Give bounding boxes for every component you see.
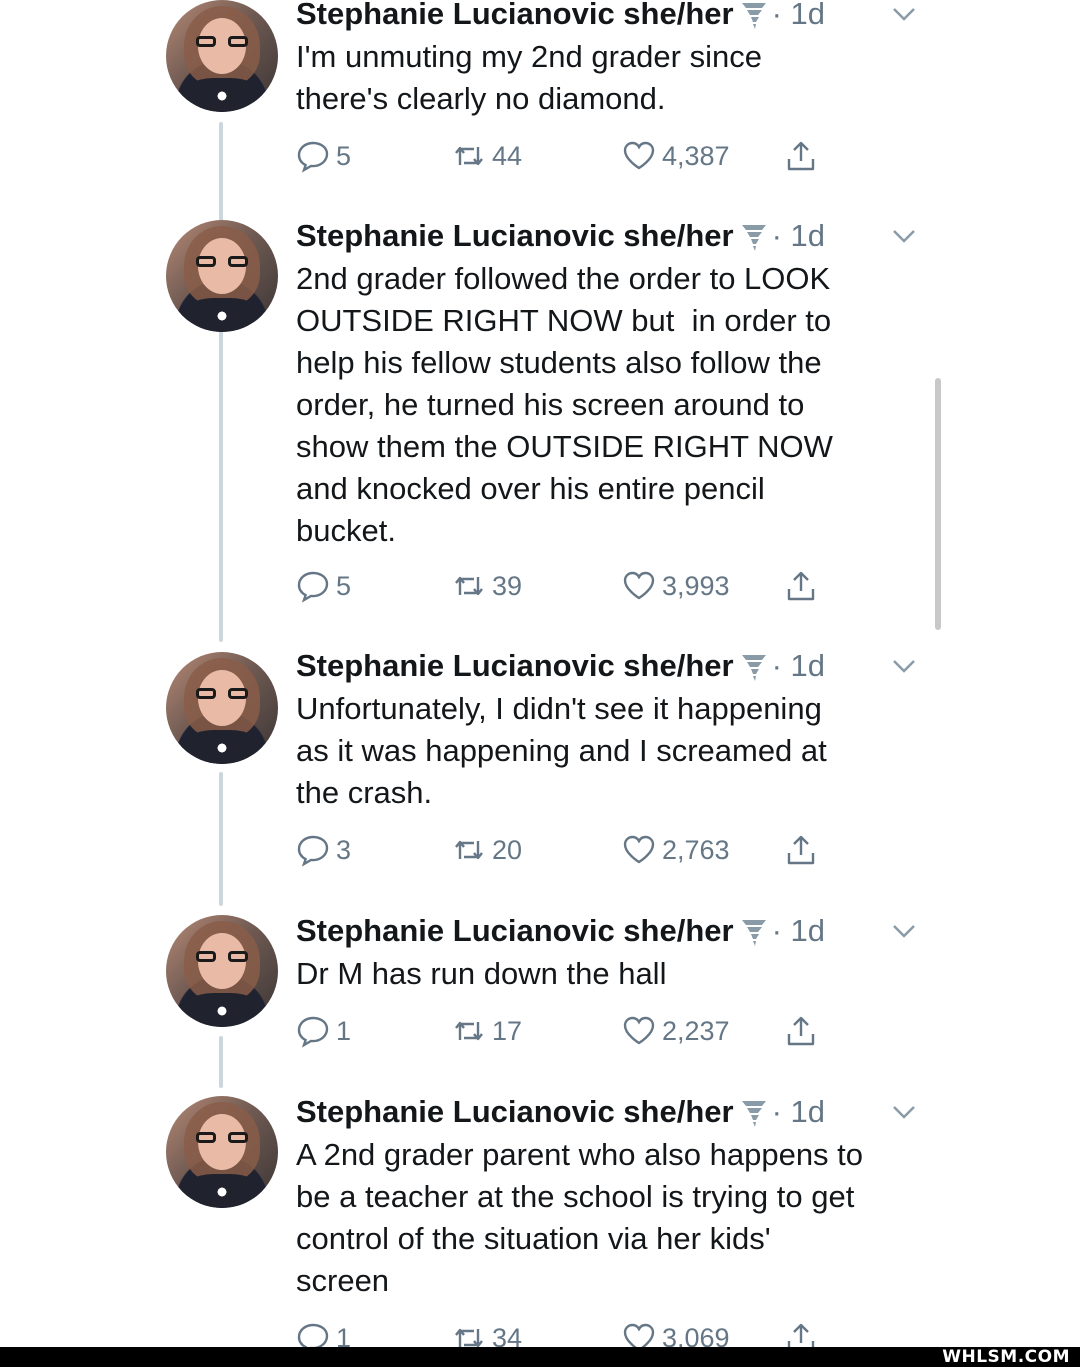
chevron-down-icon[interactable] xyxy=(890,652,918,680)
tweet-actions: 5 44 4,387 xyxy=(296,136,836,176)
reply-icon xyxy=(297,835,329,867)
watermark-bar: WHLSM.COM xyxy=(0,1347,1080,1367)
thread-connector-line xyxy=(219,1036,223,1088)
reply-button[interactable]: 3 xyxy=(296,830,351,870)
timestamp[interactable]: · 1d xyxy=(772,0,825,31)
chevron-down-icon[interactable] xyxy=(890,917,918,945)
heart-icon xyxy=(623,835,655,864)
tweet-text: I'm unmuting my 2nd grader since there's… xyxy=(296,39,762,116)
avatar[interactable] xyxy=(166,1096,278,1208)
watermark: WHLSM.COM xyxy=(942,1347,1070,1367)
reply-count: 5 xyxy=(336,140,352,171)
like-count: 2,237 xyxy=(662,1015,730,1046)
tweet-text: 2nd grader followed the order to LOOK OU… xyxy=(296,261,833,548)
like-button[interactable]: 4,387 xyxy=(622,136,730,176)
reply-button[interactable]: 5 xyxy=(296,136,351,176)
share-icon xyxy=(787,141,815,171)
like-button[interactable]: 2,763 xyxy=(622,830,730,870)
reply-icon xyxy=(297,1016,329,1048)
share-icon xyxy=(787,1016,815,1046)
avatar[interactable] xyxy=(166,915,278,1027)
tornado-icon xyxy=(741,920,766,946)
avatar[interactable] xyxy=(166,0,278,112)
tornado-icon xyxy=(741,3,766,29)
avatar[interactable] xyxy=(166,652,278,764)
tweet-text: A 2nd grader parent who also happens to … xyxy=(296,1137,864,1298)
share-button[interactable] xyxy=(784,830,824,870)
retweet-icon xyxy=(455,576,483,596)
author-name[interactable]: Stephanie Lucianovic she/her xyxy=(296,1094,734,1129)
retweet-button[interactable]: 17 xyxy=(452,1011,522,1051)
retweet-button[interactable]: 20 xyxy=(452,830,522,870)
reply-count: 5 xyxy=(336,570,352,601)
author-name[interactable]: Stephanie Lucianovic she/her xyxy=(296,913,734,948)
retweet-icon xyxy=(455,1021,483,1041)
heart-icon xyxy=(623,1016,655,1045)
reply-button[interactable]: 5 xyxy=(296,566,351,606)
like-button[interactable]: 3,993 xyxy=(622,566,730,606)
share-button[interactable] xyxy=(784,136,824,176)
timestamp[interactable]: · 1d xyxy=(772,913,825,948)
tweet-text: Dr M has run down the hall xyxy=(296,956,667,991)
timestamp[interactable]: · 1d xyxy=(772,218,825,253)
retweet-count: 20 xyxy=(492,834,523,865)
timestamp[interactable]: · 1d xyxy=(772,648,825,683)
tornado-icon xyxy=(741,225,766,251)
heart-icon xyxy=(623,141,655,170)
reply-icon xyxy=(297,571,329,603)
retweet-count: 44 xyxy=(492,140,523,171)
like-count: 3,993 xyxy=(662,570,730,601)
retweet-button[interactable]: 39 xyxy=(452,566,522,606)
tweet-actions: 1 17 2,237 xyxy=(296,1011,836,1051)
thread-connector-line xyxy=(219,122,223,642)
share-icon xyxy=(787,835,815,865)
tweet-text: Unfortunately, I didn't see it happening… xyxy=(296,691,827,810)
retweet-icon xyxy=(455,840,483,860)
share-icon xyxy=(787,571,815,601)
thread-connector-line xyxy=(219,772,223,906)
like-count: 2,763 xyxy=(662,834,730,865)
author-name[interactable]: Stephanie Lucianovic she/her xyxy=(296,218,734,253)
like-button[interactable]: 2,237 xyxy=(622,1011,730,1051)
tweet-actions: 5 39 3,993 xyxy=(296,566,836,606)
scrollbar[interactable] xyxy=(935,378,941,630)
reply-button[interactable]: 1 xyxy=(296,1011,351,1051)
chevron-down-icon[interactable] xyxy=(890,1098,918,1126)
author-name[interactable]: Stephanie Lucianovic she/her xyxy=(296,648,734,683)
share-button[interactable] xyxy=(784,566,824,606)
tornado-icon xyxy=(741,655,766,681)
reply-count: 3 xyxy=(336,834,352,865)
retweet-icon xyxy=(455,146,483,166)
chevron-down-icon[interactable] xyxy=(890,222,918,250)
tweet-actions: 3 20 2,763 xyxy=(296,830,836,870)
chevron-down-icon[interactable] xyxy=(890,0,918,28)
tornado-icon xyxy=(741,1101,766,1127)
avatar[interactable] xyxy=(166,220,278,332)
reply-count: 1 xyxy=(336,1015,352,1046)
like-count: 4,387 xyxy=(662,140,730,171)
retweet-count: 17 xyxy=(492,1015,523,1046)
author-name[interactable]: Stephanie Lucianovic she/her xyxy=(296,0,734,31)
reply-icon xyxy=(297,141,329,173)
timestamp[interactable]: · 1d xyxy=(772,1094,825,1129)
heart-icon xyxy=(623,571,655,600)
share-button[interactable] xyxy=(784,1011,824,1051)
retweet-count: 39 xyxy=(492,570,523,601)
retweet-button[interactable]: 44 xyxy=(452,136,522,176)
